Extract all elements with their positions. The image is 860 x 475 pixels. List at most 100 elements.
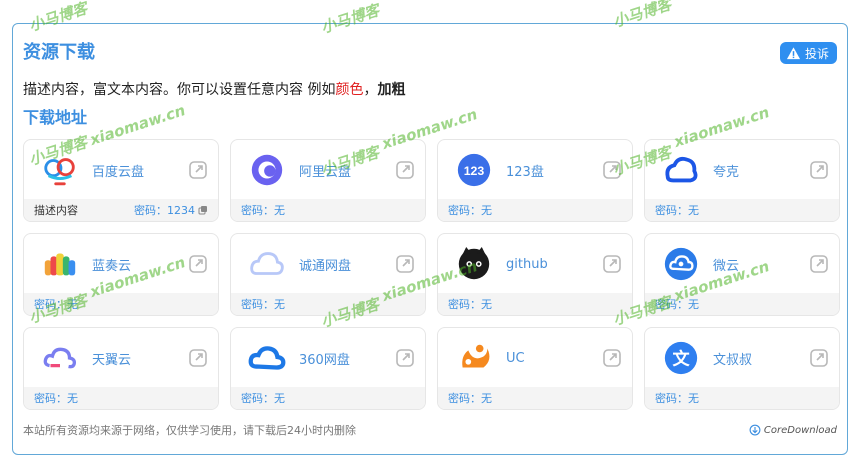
card-name: 360网盘 bbox=[299, 352, 350, 368]
card-footer: 描述内容 密码：1234 bbox=[24, 199, 218, 221]
card-password: 密码：无 bbox=[241, 202, 285, 218]
password-text: 密码：1234 bbox=[134, 204, 195, 217]
disclaimer: 本站所有资源均来源于网络，仅供学习使用，请下载后24小时内删除 bbox=[23, 424, 356, 437]
card-footer: 密码：无 bbox=[438, 199, 632, 221]
password-text: 密码：无 bbox=[655, 392, 699, 405]
download-card[interactable]: 阿里云盘密码：无 bbox=[230, 139, 426, 222]
desc-text: 描述内容，富文本内容。你可以设置任意内容 例如 bbox=[23, 82, 336, 98]
svg-text:文: 文 bbox=[672, 349, 690, 370]
card-password: 密码：无 bbox=[34, 296, 78, 312]
external-link-icon[interactable] bbox=[809, 160, 829, 180]
external-link-icon[interactable] bbox=[188, 160, 208, 180]
card-password: 密码：无 bbox=[241, 296, 285, 312]
download-card[interactable]: UC 密码：无 bbox=[437, 327, 633, 410]
external-link-icon[interactable] bbox=[809, 348, 829, 368]
external-link-icon[interactable] bbox=[602, 348, 622, 368]
card-name: 蓝奏云 bbox=[92, 258, 132, 274]
card-name: 123盘 bbox=[506, 164, 544, 180]
lanzou-icon bbox=[40, 244, 80, 284]
card-footer: 密码：无 bbox=[24, 293, 218, 315]
password-text: 密码：无 bbox=[34, 298, 78, 311]
card-name: 文叔叔 bbox=[713, 352, 753, 368]
card-footer: 密码：无 bbox=[438, 387, 632, 409]
uc-icon bbox=[454, 338, 494, 378]
warning-icon bbox=[786, 46, 801, 59]
password-text: 密码：无 bbox=[655, 204, 699, 217]
external-link-icon[interactable] bbox=[602, 160, 622, 180]
download-grid: 百度云盘 描述内容 密码：1234 阿里云盘 密码：无 123 123盘 密码：无 夸克 密码：无… bbox=[23, 139, 840, 410]
password-text: 密码：无 bbox=[34, 392, 78, 405]
external-link-icon[interactable] bbox=[809, 254, 829, 274]
description: 描述内容，富文本内容。你可以设置任意内容 例如颜色，加粗 bbox=[23, 79, 405, 99]
card-password: 密码：无 bbox=[655, 390, 699, 406]
card-password: 密码：1234 bbox=[134, 202, 208, 218]
password-text: 密码：无 bbox=[241, 298, 285, 311]
external-link-icon[interactable] bbox=[188, 348, 208, 368]
external-link-icon[interactable] bbox=[602, 254, 622, 274]
external-link-icon[interactable] bbox=[395, 348, 415, 368]
external-link-icon[interactable] bbox=[395, 254, 415, 274]
tianyi-icon bbox=[40, 338, 80, 378]
card-password: 密码：无 bbox=[448, 202, 492, 218]
weiyun-icon bbox=[661, 244, 701, 284]
ctfile-icon bbox=[247, 244, 287, 284]
resource-download-panel: 资源下载 投诉 描述内容，富文本内容。你可以设置任意内容 例如颜色，加粗 下载地… bbox=[12, 23, 848, 455]
password-text: 密码：无 bbox=[448, 392, 492, 405]
card-name: 微云 bbox=[713, 258, 740, 274]
download-card[interactable]: 蓝奏云密码：无 bbox=[23, 233, 219, 316]
download-links-title: 下载地址 bbox=[23, 108, 88, 127]
desc-separator: ， bbox=[363, 82, 378, 98]
download-card[interactable]: 夸克密码：无 bbox=[644, 139, 840, 222]
footer-brand-text: CoreDownload bbox=[763, 424, 837, 436]
card-password: 密码：无 bbox=[655, 202, 699, 218]
wenshushu-icon: 文 bbox=[661, 338, 701, 378]
pan360-icon bbox=[247, 338, 287, 378]
footer-brand: CoreDownload bbox=[749, 424, 837, 436]
copy-icon[interactable] bbox=[198, 205, 208, 215]
card-footer: 密码：无 bbox=[231, 199, 425, 221]
card-name: 天翼云 bbox=[92, 352, 132, 368]
download-cloud-icon bbox=[749, 424, 761, 436]
report-label: 投诉 bbox=[804, 46, 829, 61]
svg-text:123: 123 bbox=[464, 164, 485, 178]
card-footer: 密码：无 bbox=[231, 387, 425, 409]
card-footer: 密码：无 bbox=[645, 293, 839, 315]
password-text: 密码：无 bbox=[241, 204, 285, 217]
baidu-cloud-icon bbox=[40, 150, 80, 190]
card-name: 夸克 bbox=[713, 164, 740, 180]
external-link-icon[interactable] bbox=[188, 254, 208, 274]
card-note: 描述内容 bbox=[34, 204, 78, 217]
card-password: 密码：无 bbox=[448, 296, 492, 312]
download-card[interactable]: 文 文叔叔密码：无 bbox=[644, 327, 840, 410]
card-password: 密码：无 bbox=[655, 296, 699, 312]
card-name: UC bbox=[506, 350, 525, 366]
download-card[interactable]: 360网盘密码：无 bbox=[230, 327, 426, 410]
password-text: 密码：无 bbox=[448, 204, 492, 217]
card-password: 密码：无 bbox=[241, 390, 285, 406]
card-footer: 密码：无 bbox=[645, 387, 839, 409]
password-text: 密码：无 bbox=[241, 392, 285, 405]
desc-red-text: 颜色 bbox=[335, 82, 364, 98]
card-name: github bbox=[506, 256, 548, 272]
download-card[interactable]: github 密码：无 bbox=[437, 233, 633, 316]
pan123-icon: 123 bbox=[454, 150, 494, 190]
external-link-icon[interactable] bbox=[395, 160, 415, 180]
download-card[interactable]: 诚通网盘密码：无 bbox=[230, 233, 426, 316]
quark-icon bbox=[661, 150, 701, 190]
password-text: 密码：无 bbox=[448, 298, 492, 311]
card-name: 阿里云盘 bbox=[299, 164, 352, 180]
card-name: 诚通网盘 bbox=[299, 258, 352, 274]
card-footer: 密码：无 bbox=[24, 387, 218, 409]
report-button[interactable]: 投诉 bbox=[779, 42, 837, 64]
download-card[interactable]: 天翼云密码：无 bbox=[23, 327, 219, 410]
download-card[interactable]: 123 123盘密码：无 bbox=[437, 139, 633, 222]
download-card[interactable]: 微云密码：无 bbox=[644, 233, 840, 316]
card-footer: 密码：无 bbox=[645, 199, 839, 221]
password-text: 密码：无 bbox=[655, 298, 699, 311]
card-password: 密码：无 bbox=[34, 390, 78, 406]
panel-title: 资源下载 bbox=[23, 42, 95, 63]
card-password: 密码：无 bbox=[448, 390, 492, 406]
card-name: 百度云盘 bbox=[92, 164, 145, 180]
github-icon bbox=[454, 244, 494, 284]
download-card[interactable]: 百度云盘描述内容 密码：1234 bbox=[23, 139, 219, 222]
